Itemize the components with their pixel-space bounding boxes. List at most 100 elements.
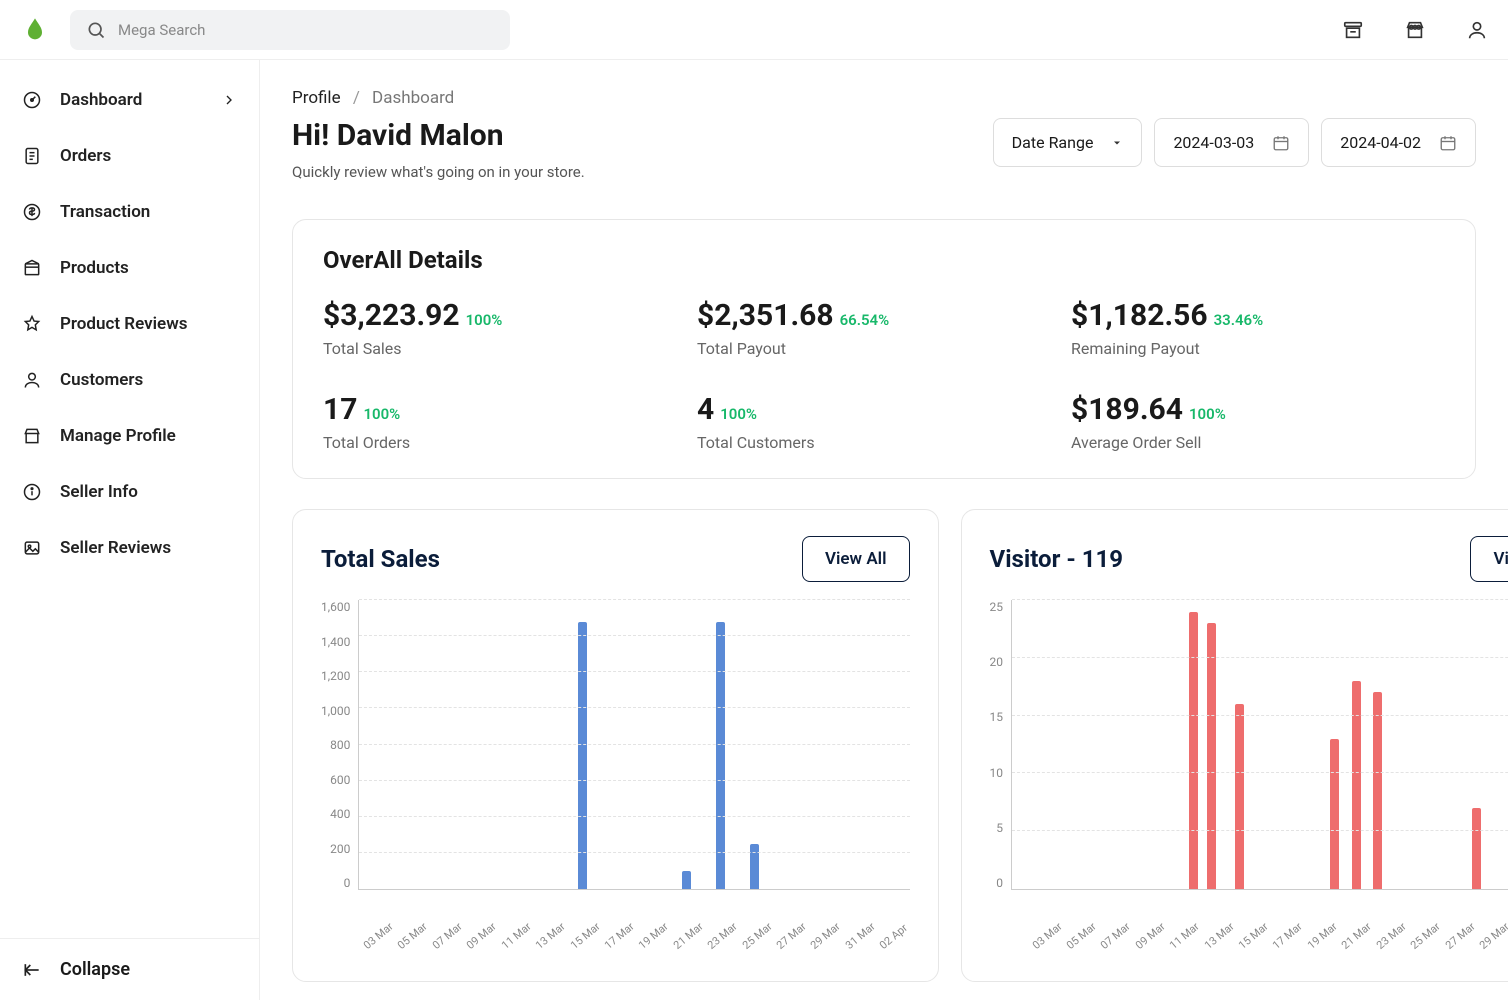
page-subtitle: Quickly review what's going on in your s… xyxy=(292,163,585,181)
sidebar-item-label: Transaction xyxy=(60,202,150,222)
sidebar-item-seller-reviews[interactable]: Seller Reviews xyxy=(0,520,259,576)
metric-percent: 100% xyxy=(720,405,757,423)
metric-value: $2,351.68 xyxy=(697,298,834,333)
bar xyxy=(1330,739,1339,889)
metric-percent: 66.54% xyxy=(840,311,890,329)
y-tick: 0 xyxy=(996,876,1003,890)
bar-column xyxy=(531,600,565,889)
metric-label: Remaining Payout xyxy=(1071,339,1445,358)
metric-value: 4 xyxy=(697,392,714,427)
star-icon xyxy=(22,314,42,334)
y-tick: 0 xyxy=(344,876,351,890)
y-tick: 20 xyxy=(990,655,1004,669)
bar-column xyxy=(497,600,531,889)
bar xyxy=(1189,612,1198,889)
y-tick: 800 xyxy=(330,738,350,752)
sidebar-item-seller-info[interactable]: Seller Info xyxy=(0,464,259,520)
box-icon xyxy=(22,258,42,278)
breadcrumb-root[interactable]: Profile xyxy=(292,88,341,108)
storefront-icon[interactable] xyxy=(1342,19,1364,41)
y-tick: 5 xyxy=(996,821,1003,835)
sidebar-item-label: Seller Reviews xyxy=(60,538,171,558)
collapse-icon xyxy=(22,960,42,980)
y-tick: 1,000 xyxy=(321,704,350,718)
bar xyxy=(1472,808,1481,889)
breadcrumb: Profile / Dashboard xyxy=(292,88,1476,108)
search-bar[interactable] xyxy=(70,10,510,50)
total-sales-chart-card: Total Sales View All 1,600 1,400 1,200 1,00… xyxy=(292,509,939,982)
chevron-down-icon xyxy=(1111,137,1123,149)
user-icon xyxy=(22,370,42,390)
y-tick: 600 xyxy=(330,773,350,787)
date-to-value: 2024-04-02 xyxy=(1340,133,1421,152)
metric-total-customers: 4100%Total Customers xyxy=(697,392,1071,452)
page-title: Hi! David Malon xyxy=(292,118,585,153)
info-icon xyxy=(22,482,42,502)
bar-column xyxy=(463,600,497,889)
sidebar-item-products[interactable]: Products xyxy=(0,240,259,296)
bar-column xyxy=(875,600,909,889)
date-range-select[interactable]: Date Range xyxy=(993,118,1143,167)
date-from-input[interactable]: 2024-03-03 xyxy=(1154,118,1309,167)
sidebar-item-product-reviews[interactable]: Product Reviews xyxy=(0,296,259,352)
chart-title-sales: Total Sales xyxy=(321,545,440,573)
sidebar-item-orders[interactable]: Orders xyxy=(0,128,259,184)
overall-title: OverAll Details xyxy=(323,246,1445,274)
metric-percent: 100% xyxy=(466,311,503,329)
y-tick: 15 xyxy=(990,710,1004,724)
bar-column xyxy=(600,600,634,889)
bar-column xyxy=(772,600,806,889)
metric-value: $189.64 xyxy=(1071,392,1183,427)
bar-column xyxy=(738,600,772,889)
y-tick: 1,200 xyxy=(321,669,350,683)
bar xyxy=(750,844,759,889)
shop-icon[interactable] xyxy=(1404,19,1426,41)
bar xyxy=(1373,692,1382,889)
sidebar-item-label: Products xyxy=(60,258,129,278)
search-icon xyxy=(86,20,106,40)
search-input[interactable] xyxy=(118,21,494,39)
collapse-button[interactable]: Collapse xyxy=(0,938,259,1000)
sidebar-item-customers[interactable]: Customers xyxy=(0,352,259,408)
sidebar-item-transaction[interactable]: Transaction xyxy=(0,184,259,240)
metric-percent: 100% xyxy=(363,405,400,423)
y-tick: 1,600 xyxy=(321,600,350,614)
bar-column xyxy=(634,600,668,889)
date-to-input[interactable]: 2024-04-02 xyxy=(1321,118,1476,167)
bar xyxy=(1235,704,1244,889)
app-logo[interactable] xyxy=(20,15,50,45)
date-from-value: 2024-03-03 xyxy=(1173,133,1254,152)
metric-label: Total Sales xyxy=(323,339,697,358)
user-icon[interactable] xyxy=(1466,19,1488,41)
dollar-icon xyxy=(22,202,42,222)
date-range-label: Date Range xyxy=(1012,133,1094,152)
bar xyxy=(716,622,725,889)
view-all-sales-button[interactable]: View All xyxy=(802,536,910,582)
view-all-visitor-button[interactable]: View All xyxy=(1470,536,1508,582)
chart-title-visitor: Visitor - 119 xyxy=(990,545,1124,573)
sidebar: DashboardOrders Transaction Products Produc… xyxy=(0,60,260,1000)
sidebar-item-dashboard[interactable]: Dashboard xyxy=(0,72,259,128)
bar-column xyxy=(703,600,737,889)
store-icon xyxy=(22,426,42,446)
bar-column xyxy=(841,600,875,889)
bar xyxy=(682,871,691,889)
sidebar-item-label: Product Reviews xyxy=(60,314,187,334)
metric-value: 17 xyxy=(323,392,357,427)
metric-label: Total Payout xyxy=(697,339,1071,358)
metric-total-orders: 17100%Total Orders xyxy=(323,392,697,452)
collapse-label: Collapse xyxy=(60,959,130,980)
breadcrumb-current: Dashboard xyxy=(372,88,454,108)
metric-value: $1,182.56 xyxy=(1071,298,1208,333)
metric-percent: 100% xyxy=(1189,405,1226,423)
y-tick: 1,400 xyxy=(321,635,350,649)
sidebar-item-label: Customers xyxy=(60,370,143,390)
metric-average-order-sell: $189.64100%Average Order Sell xyxy=(1071,392,1445,452)
y-tick: 10 xyxy=(990,766,1004,780)
chevron-right-icon xyxy=(221,92,237,108)
y-tick: 200 xyxy=(330,842,350,856)
bar xyxy=(1352,681,1361,889)
sidebar-item-manage-profile[interactable]: Manage Profile xyxy=(0,408,259,464)
bar xyxy=(1207,623,1216,889)
bar-column xyxy=(566,600,600,889)
